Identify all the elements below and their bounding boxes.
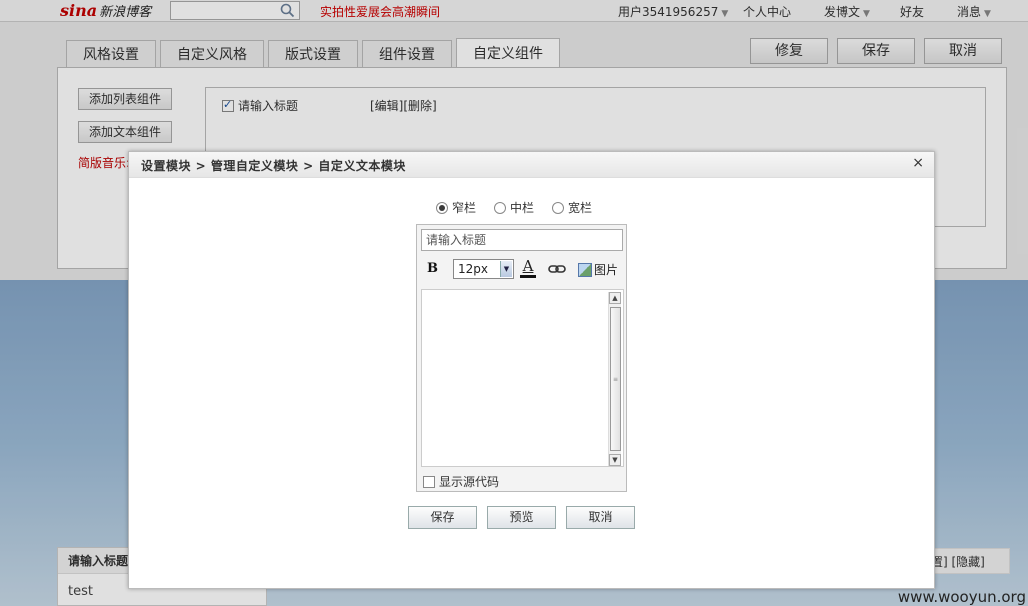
radio-wide[interactable]: 宽栏	[552, 199, 592, 216]
radio-wide-circle[interactable]	[552, 201, 565, 214]
image-label: 图片	[594, 263, 619, 277]
module-title-input[interactable]: 请输入标题	[421, 229, 623, 251]
font-color-button[interactable]: A	[519, 258, 537, 280]
radio-medium[interactable]: 中栏	[494, 199, 534, 216]
radio-narrow[interactable]: 窄栏	[436, 199, 476, 216]
editor-content-area[interactable]: ▲ ≡ ▼	[421, 289, 624, 467]
show-source-checkbox[interactable]	[423, 475, 435, 488]
show-source-label: 显示源代码	[439, 475, 500, 489]
watermark: www.wooyun.org	[897, 588, 1026, 606]
bold-button[interactable]: B	[427, 261, 438, 276]
dialog-cancel-button[interactable]: 取消	[566, 506, 635, 529]
image-icon	[578, 262, 592, 277]
scroll-up-icon[interactable]: ▲	[609, 292, 621, 304]
scroll-thumb[interactable]: ≡	[610, 307, 621, 451]
color-bar	[520, 275, 536, 278]
scroll-down-icon[interactable]: ▼	[609, 454, 621, 466]
show-source-option[interactable]: 显示源代码	[423, 473, 499, 490]
radio-wide-label: 宽栏	[568, 201, 593, 215]
chevron-down-icon[interactable]: ▼	[500, 261, 512, 277]
dialog-preview-button[interactable]: 预览	[487, 506, 556, 529]
scrollbar[interactable]: ▲ ≡ ▼	[608, 292, 621, 466]
radio-medium-circle[interactable]	[494, 201, 507, 214]
insert-image-button[interactable]: 图片	[578, 261, 618, 278]
custom-text-module-dialog: 设置模块 > 管理自定义模块 > 自定义文本模块 × 窄栏 中栏 宽栏 请输入标…	[128, 151, 935, 589]
font-size-value: 12px	[458, 262, 488, 276]
column-width-options: 窄栏 中栏 宽栏	[436, 199, 592, 216]
dialog-save-button[interactable]: 保存	[408, 506, 477, 529]
close-icon[interactable]: ×	[912, 155, 924, 171]
text-editor: 请输入标题 B 12px ▼ A 图片 ▲ ≡ ▼ 显示源代码	[416, 224, 627, 492]
font-size-select[interactable]: 12px ▼	[453, 259, 514, 279]
grip-icon: ≡	[613, 376, 619, 383]
radio-narrow-circle[interactable]	[436, 201, 448, 214]
radio-narrow-label: 窄栏	[452, 201, 477, 215]
editor-toolbar: B 12px ▼ A 图片	[417, 255, 626, 285]
font-color-icon: A	[522, 257, 534, 275]
dialog-header: 设置模块 > 管理自定义模块 > 自定义文本模块 ×	[129, 152, 934, 178]
link-icon[interactable]	[548, 262, 566, 276]
radio-medium-label: 中栏	[510, 201, 535, 215]
breadcrumb: 设置模块 > 管理自定义模块 > 自定义文本模块	[141, 159, 406, 173]
